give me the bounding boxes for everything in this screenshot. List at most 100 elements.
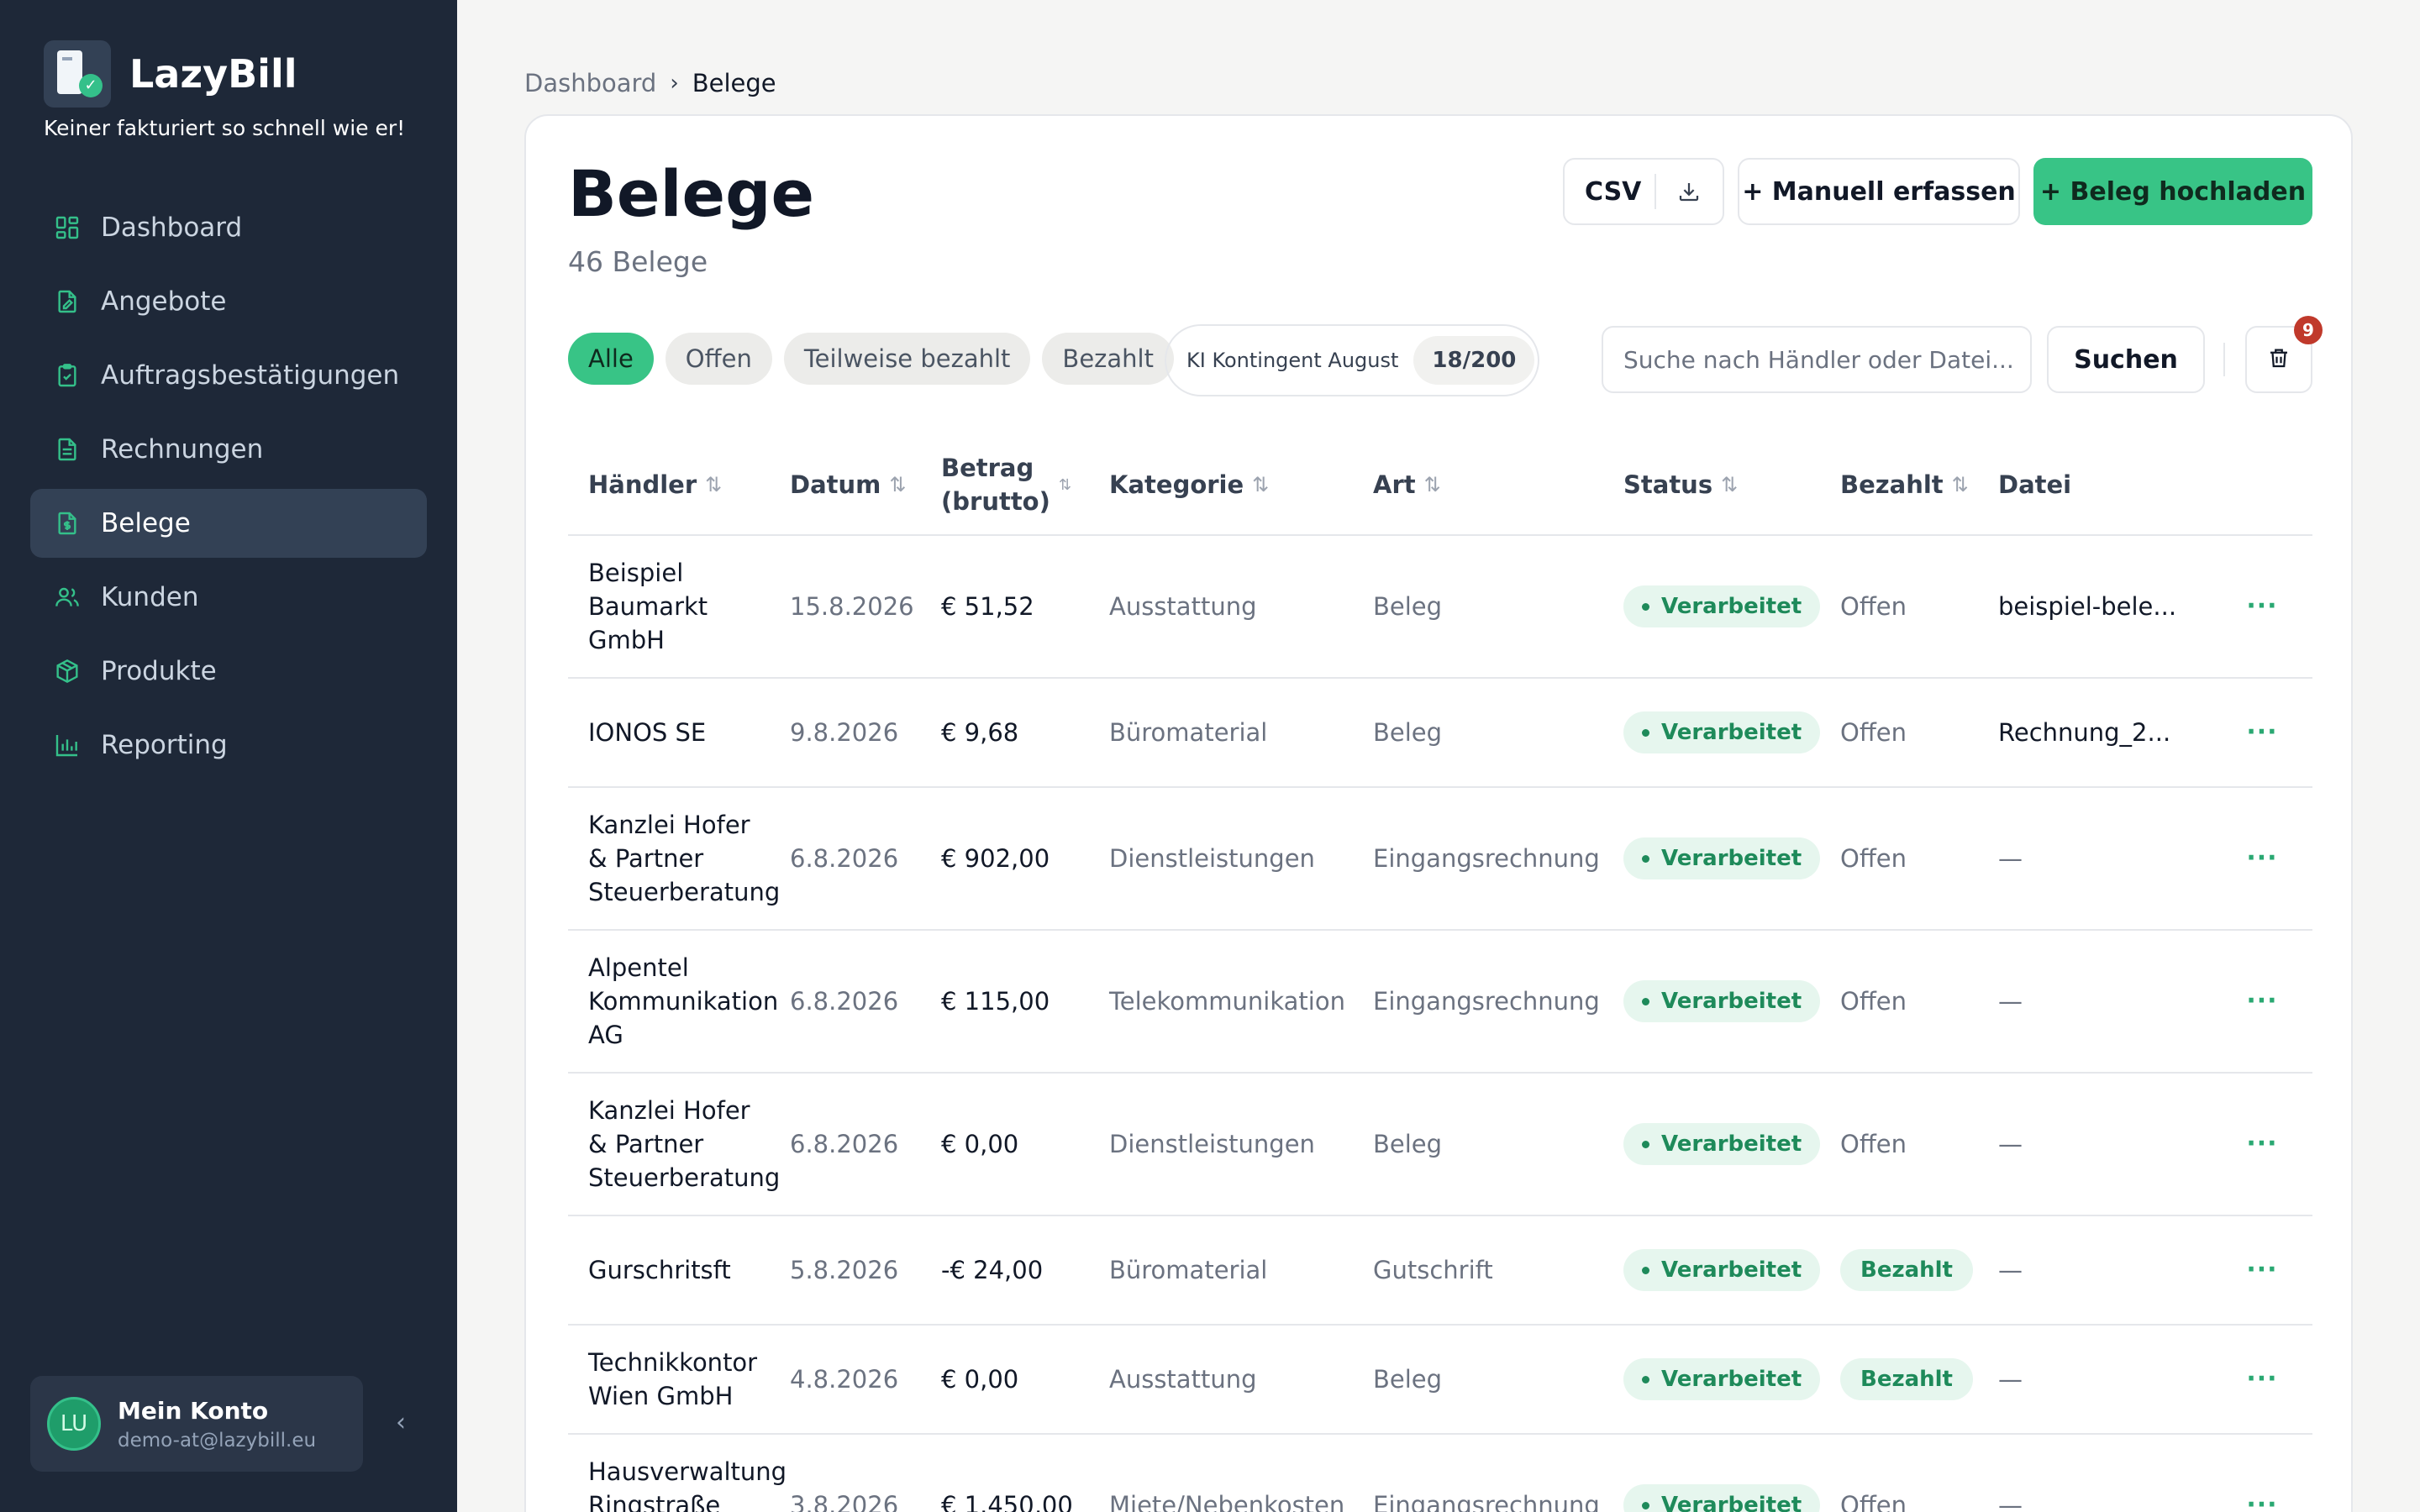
collapse-sidebar-icon[interactable]: ‹ <box>388 1408 413 1438</box>
filter-paid[interactable]: Bezahlt <box>1042 333 1174 385</box>
app-logo-icon: ✓ <box>44 40 111 108</box>
cell-file: — <box>1998 1256 2023 1284</box>
cell-date: 6.8.2026 <box>790 987 899 1016</box>
cell-status: Verarbeitet <box>1623 711 1840 754</box>
sidebar-item-kunden[interactable]: Kunden <box>30 563 427 632</box>
receipt-count: 46 Belege <box>568 245 708 278</box>
cell-category: Ausstattung <box>1109 1365 1257 1394</box>
sidebar-item-produkte[interactable]: Produkte <box>30 637 427 706</box>
cell-type: Beleg <box>1373 1365 1443 1394</box>
column-header-type[interactable]: Art ⇅ <box>1373 470 1623 499</box>
table-row[interactable]: Kanzlei Hofer & Partner Steuerberatung 6… <box>568 1074 2312 1216</box>
status-badge: Verarbeitet <box>1623 1358 1821 1401</box>
cell-file[interactable]: beispiel-bele... <box>1998 590 2225 623</box>
cell-type: Gutschrift <box>1373 1256 1493 1284</box>
breadcrumb-dashboard-link[interactable]: Dashboard <box>524 69 656 97</box>
document-text-icon <box>54 436 81 463</box>
cell-type: Beleg <box>1373 592 1443 621</box>
cell-date: 6.8.2026 <box>790 1130 899 1158</box>
app-tagline: Keiner fakturiert so schnell wie er! <box>44 116 406 140</box>
sort-icon: ⇅ <box>1423 473 1441 496</box>
cell-amount: € 51,52 <box>941 592 1034 621</box>
table-row[interactable]: Alpentel Kommunikation AG 6.8.2026 € 115… <box>568 931 2312 1074</box>
cell-category: Dienstleistungen <box>1109 1130 1315 1158</box>
cell-paid: Offen <box>1840 844 1907 873</box>
row-actions-more-icon[interactable]: ··· <box>2225 716 2312 749</box>
filter-partially-paid[interactable]: Teilweise bezahlt <box>783 333 1031 385</box>
row-actions-more-icon[interactable]: ··· <box>2225 1253 2312 1287</box>
cell-date: 5.8.2026 <box>790 1256 899 1284</box>
sidebar: ✓ LazyBill Keiner fakturiert so schnell … <box>0 0 457 1512</box>
column-header-paid[interactable]: Bezahlt ⇅ <box>1840 470 1998 499</box>
column-header-date[interactable]: Datum ⇅ <box>790 470 941 499</box>
column-header-category[interactable]: Kategorie ⇅ <box>1109 470 1373 499</box>
sidebar-item-label: Produkte <box>101 656 217 686</box>
cell-paid: Bezahlt <box>1840 1249 1998 1291</box>
paid-badge: Bezahlt <box>1840 1249 1973 1291</box>
row-actions-more-icon[interactable]: ··· <box>2225 590 2312 623</box>
column-header-status[interactable]: Status ⇅ <box>1623 470 1840 499</box>
table-row[interactable]: Gurschritsft 5.8.2026 -€ 24,00 Büromater… <box>568 1216 2312 1326</box>
status-badge: Verarbeitet <box>1623 837 1821 880</box>
sidebar-nav: Dashboard Angebote Auftragsbestätigungen… <box>30 193 427 785</box>
search-button[interactable]: Suchen <box>2047 326 2205 393</box>
status-badge: Verarbeitet <box>1623 711 1821 754</box>
manual-entry-button[interactable]: + Manuell erfassen <box>1738 158 2020 225</box>
document-edit-icon <box>54 288 81 315</box>
sort-icon: ⇅ <box>705 473 723 496</box>
row-actions-more-icon[interactable]: ··· <box>2225 984 2312 1018</box>
sidebar-item-rechnungen[interactable]: Rechnungen <box>30 415 427 484</box>
sidebar-item-dashboard[interactable]: Dashboard <box>30 193 427 262</box>
sidebar-item-angebote[interactable]: Angebote <box>30 267 427 336</box>
row-actions-more-icon[interactable]: ··· <box>2225 842 2312 875</box>
sort-icon: ⇅ <box>889 473 907 496</box>
sort-icon: ⇅ <box>1721 473 1739 496</box>
cell-paid: Bezahlt <box>1840 1358 1998 1400</box>
brand[interactable]: ✓ LazyBill <box>44 40 297 108</box>
page-title: Belege <box>568 156 815 231</box>
breadcrumb: Dashboard › Belege <box>524 69 776 97</box>
column-header-amount[interactable]: Betrag (brutto) ⇅ <box>941 451 1109 518</box>
row-actions-more-icon[interactable]: ··· <box>2225 1488 2312 1512</box>
csv-export-button[interactable]: CSV <box>1563 158 1724 225</box>
cell-paid: Offen <box>1840 987 1907 1016</box>
cell-date: 9.8.2026 <box>790 718 899 747</box>
column-header-merchant[interactable]: Händler ⇅ <box>568 470 790 499</box>
cell-amount: € 0,00 <box>941 1365 1019 1394</box>
sidebar-item-label: Angebote <box>101 286 227 317</box>
cell-merchant: Hausverwaltung Ringstraße GmbH <box>588 1457 787 1512</box>
cell-amount: € 902,00 <box>941 844 1050 873</box>
table-row[interactable]: IONOS SE 9.8.2026 € 9,68 Büromaterial Be… <box>568 679 2312 788</box>
sidebar-item-belege[interactable]: Belege <box>30 489 427 558</box>
cell-paid: Offen <box>1840 1130 1907 1158</box>
cell-category: Miete/Nebenkosten <box>1109 1491 1345 1512</box>
table-row[interactable]: Technikkontor Wien GmbH 4.8.2026 € 0,00 … <box>568 1326 2312 1435</box>
chevron-right-icon: › <box>670 71 679 96</box>
row-actions-more-icon[interactable]: ··· <box>2225 1127 2312 1161</box>
cell-date: 6.8.2026 <box>790 844 899 873</box>
table-row[interactable]: Hausverwaltung Ringstraße GmbH 3.8.2026 … <box>568 1435 2312 1512</box>
cell-date: 4.8.2026 <box>790 1365 899 1394</box>
ai-quota: KI Kontingent August 18/200 <box>1165 324 1539 396</box>
cell-merchant: Alpentel Kommunikation AG <box>588 953 779 1049</box>
sidebar-item-reporting[interactable]: Reporting <box>30 711 427 780</box>
cell-category: Büromaterial <box>1109 1256 1268 1284</box>
table-row[interactable]: Kanzlei Hofer & Partner Steuerberatung 6… <box>568 788 2312 931</box>
filter-all[interactable]: Alle <box>568 333 654 385</box>
sort-icon: ⇅ <box>1951 473 1969 496</box>
package-icon <box>54 658 81 685</box>
cell-type: Eingangsrechnung <box>1373 844 1600 873</box>
clipboard-check-icon <box>54 362 81 389</box>
cell-category: Büromaterial <box>1109 718 1268 747</box>
cell-merchant: Beispiel Baumarkt GmbH <box>588 559 708 654</box>
table-row[interactable]: Beispiel Baumarkt GmbH 15.8.2026 € 51,52… <box>568 536 2312 679</box>
cell-file[interactable]: Rechnung_2... <box>1998 716 2225 749</box>
sidebar-item-label: Belege <box>101 508 191 538</box>
cell-status: Verarbeitet <box>1623 1358 1840 1401</box>
account-menu[interactable]: LU Mein Konto demo-at@lazybill.eu <box>30 1376 363 1472</box>
row-actions-more-icon[interactable]: ··· <box>2225 1362 2312 1396</box>
upload-receipt-button[interactable]: + Beleg hochladen <box>2033 158 2312 225</box>
filter-open[interactable]: Offen <box>665 333 772 385</box>
search-input[interactable] <box>1602 326 2032 393</box>
sidebar-item-auftragsbestaetigungen[interactable]: Auftragsbestätigungen <box>30 341 427 410</box>
